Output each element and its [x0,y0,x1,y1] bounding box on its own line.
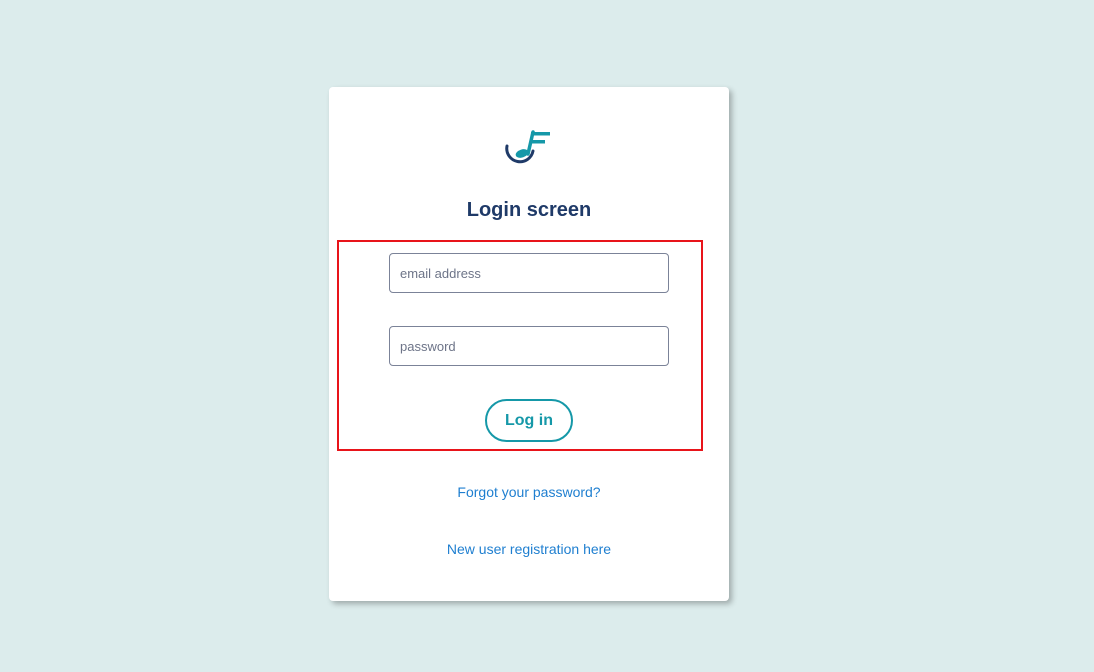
email-field[interactable] [389,253,669,293]
login-button[interactable]: Log in [485,399,573,442]
forgot-password-link[interactable]: Forgot your password? [329,484,729,500]
page-title: Login screen [466,199,592,221]
password-field[interactable] [389,326,669,366]
music-note-logo-icon [505,130,550,164]
login-card: Login screen Log in Forgot your password… [329,87,729,601]
new-user-registration-link[interactable]: New user registration here [329,541,729,557]
